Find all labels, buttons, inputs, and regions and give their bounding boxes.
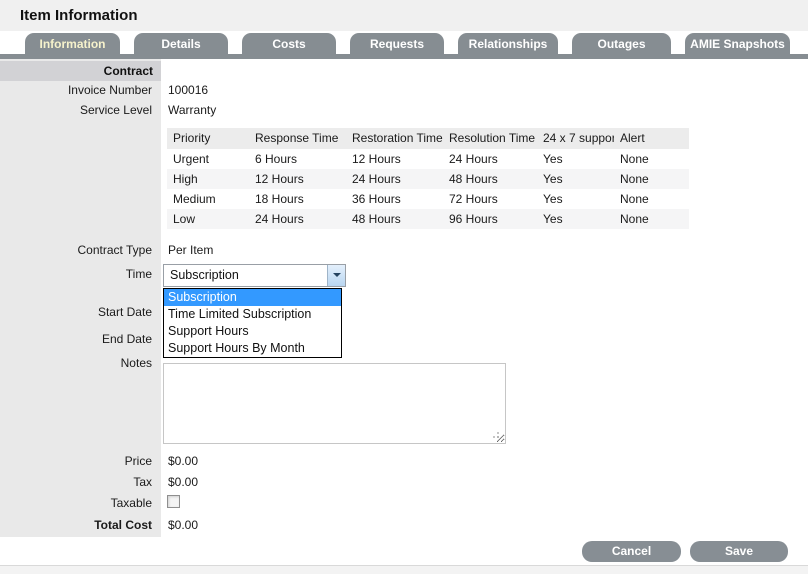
item-information-window: Item Information Information Details Cos… (0, 0, 808, 574)
dropdown-option-subscription[interactable]: Subscription (164, 289, 341, 306)
invoice-number-value: 100016 (168, 83, 208, 97)
window-bottom-band (0, 566, 808, 574)
sla-cell: 6 Hours (249, 149, 346, 169)
start-date-label: Start Date (0, 305, 152, 319)
table-row: Urgent 6 Hours 12 Hours 24 Hours Yes Non… (167, 149, 689, 169)
tab-costs[interactable]: Costs (242, 33, 336, 54)
sla-cell: Yes (537, 209, 614, 229)
sla-cell: Yes (537, 149, 614, 169)
tab-outages[interactable]: Outages (572, 33, 671, 54)
sla-cell: 12 Hours (346, 149, 443, 169)
table-row: High 12 Hours 24 Hours 48 Hours Yes None (167, 169, 689, 189)
price-label: Price (0, 454, 152, 468)
dropdown-option-support-hours[interactable]: Support Hours (164, 323, 341, 340)
sla-header-priority: Priority (167, 128, 249, 149)
taxable-label: Taxable (0, 496, 152, 510)
sla-cell: None (614, 149, 689, 169)
notes-label: Notes (0, 356, 152, 370)
chevron-down-icon[interactable] (327, 265, 345, 286)
sla-cell: 24 Hours (443, 149, 537, 169)
sla-cell: 24 Hours (346, 169, 443, 189)
dropdown-option-support-hours-by-month[interactable]: Support Hours By Month (164, 340, 341, 357)
sla-cell: 12 Hours (249, 169, 346, 189)
time-select-value: Subscription (170, 268, 239, 282)
tab-information[interactable]: Information (25, 33, 120, 54)
tab-bar: Information Details Costs Requests Relat… (0, 33, 808, 54)
table-row: Low 24 Hours 48 Hours 96 Hours Yes None (167, 209, 689, 229)
sla-cell: None (614, 189, 689, 209)
sla-table: Priority Response Time Restoration Time … (167, 128, 689, 229)
save-button[interactable]: Save (690, 541, 788, 562)
service-level-label: Service Level (0, 103, 152, 117)
sla-cell: Medium (167, 189, 249, 209)
price-value: $0.00 (168, 454, 198, 468)
sla-cell: Yes (537, 169, 614, 189)
sla-cell: 24 Hours (249, 209, 346, 229)
notes-textarea[interactable] (163, 363, 506, 444)
tax-label: Tax (0, 475, 152, 489)
contract-section-label: Contract (0, 61, 153, 81)
sla-cell: High (167, 169, 249, 189)
sla-cell: 96 Hours (443, 209, 537, 229)
sla-cell: None (614, 169, 689, 189)
sla-cell: None (614, 209, 689, 229)
page-title: Item Information (20, 7, 138, 24)
tab-details[interactable]: Details (134, 33, 228, 54)
contract-type-label: Contract Type (0, 243, 152, 257)
time-select[interactable]: Subscription (163, 264, 346, 287)
contract-type-value: Per Item (168, 243, 213, 257)
total-cost-value: $0.00 (168, 518, 198, 532)
sla-cell: 48 Hours (443, 169, 537, 189)
sla-header-support: 24 x 7 support (537, 128, 614, 149)
title-bar: Item Information (0, 0, 808, 31)
time-label: Time (0, 267, 152, 281)
table-row: Medium 18 Hours 36 Hours 72 Hours Yes No… (167, 189, 689, 209)
dropdown-option-time-limited-subscription[interactable]: Time Limited Subscription (164, 306, 341, 323)
service-level-value: Warranty (168, 103, 216, 117)
tab-relationships[interactable]: Relationships (458, 33, 558, 54)
sla-cell: 18 Hours (249, 189, 346, 209)
taxable-checkbox[interactable] (167, 495, 180, 508)
sla-header-response: Response Time (249, 128, 346, 149)
sla-cell: 36 Hours (346, 189, 443, 209)
cancel-button[interactable]: Cancel (582, 541, 681, 562)
sla-cell: 48 Hours (346, 209, 443, 229)
sla-cell: 72 Hours (443, 189, 537, 209)
tax-value: $0.00 (168, 475, 198, 489)
sla-header-restoration: Restoration Time (346, 128, 443, 149)
tab-amie-snapshots[interactable]: AMIE Snapshots (685, 33, 790, 54)
end-date-label: End Date (0, 332, 152, 346)
sla-header-resolution: Resolution Time (443, 128, 537, 149)
time-dropdown-list: Subscription Time Limited Subscription S… (163, 288, 342, 358)
sla-cell: Yes (537, 189, 614, 209)
contract-section-header: Contract (0, 61, 161, 81)
sla-cell: Low (167, 209, 249, 229)
total-cost-label: Total Cost (0, 518, 152, 532)
resize-grip-icon[interactable] (497, 436, 499, 438)
sla-header-alert: Alert (614, 128, 689, 149)
sla-cell: Urgent (167, 149, 249, 169)
invoice-number-label: Invoice Number (0, 83, 152, 97)
sla-header-row: Priority Response Time Restoration Time … (167, 128, 689, 149)
tab-requests[interactable]: Requests (350, 33, 444, 54)
